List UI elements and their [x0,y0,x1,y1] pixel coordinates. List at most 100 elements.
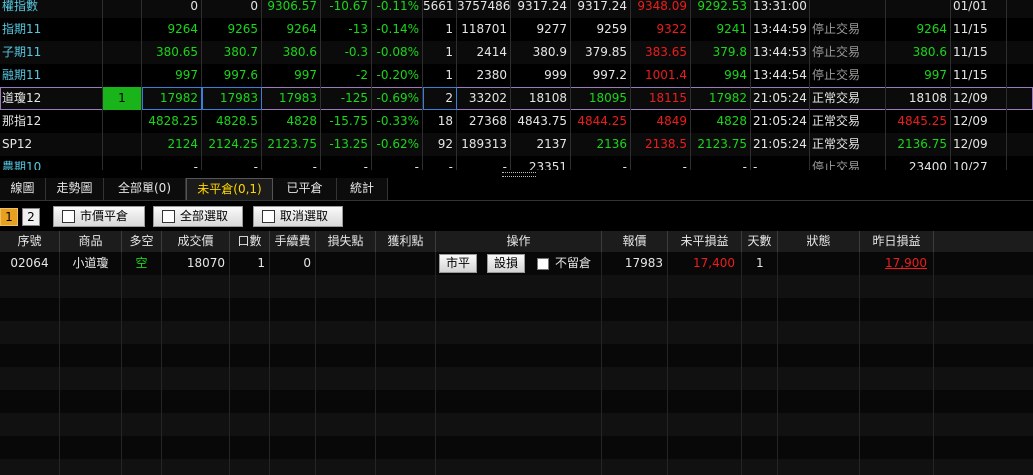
page-1-button[interactable]: 1 [0,208,18,226]
empty-cell [860,298,934,321]
cell-price: 18070 [162,252,230,275]
empty-cell [668,298,742,321]
cell-fee: 0 [270,252,316,275]
quote-cell-time: 13:44:54 [751,64,810,87]
empty-cell [0,413,60,436]
empty-row [0,275,1033,298]
empty-cell [122,275,162,298]
empty-cell [0,275,60,298]
empty-cell [162,367,230,390]
empty-cell [742,413,778,436]
quote-cell-qty: 92 [423,133,457,156]
empty-cell [270,459,316,475]
tab-closed-positions[interactable]: 已平倉 [273,178,337,200]
empty-cell [376,275,436,298]
cell-stop-loss[interactable] [316,252,376,275]
quote-row-agri-future[interactable]: 農期10- - - - - - -23351- - - - 停止交易 23400 10/27 [0,156,1033,170]
page-2-button[interactable]: 2 [22,208,40,226]
quote-cell-ask: 997.6 [202,64,262,87]
quote-cell-ask: 380.7 [202,41,262,64]
quote-cell-ref: 18108 [886,87,951,110]
select-all-button[interactable]: 全部選取 [153,206,243,227]
close-at-market-button[interactable]: 市平 [439,254,478,273]
header-status[interactable]: 狀態 [778,231,860,252]
empty-cell [376,344,436,367]
header-price[interactable]: 成交價 [162,231,230,252]
empty-cell [860,321,934,344]
splitter-grip[interactable] [502,172,536,177]
quote-row-tx-future[interactable]: 指期11 9264 9265 9264 -13 -0.14% 1 118701 9277 9259… [0,18,1033,41]
quote-row-finance-future[interactable]: 融期11 997 997.6 997 -2 -0.20% 1 2380 999 997.2 1001… [0,64,1033,87]
tab-open-positions[interactable]: 未平倉(0,1) [186,178,273,200]
header-yesterday-pnl[interactable]: 昨日損益 [860,231,934,252]
empty-cell [230,275,270,298]
header-stop-loss[interactable]: 損失點 [316,231,376,252]
quote-cell-chg: - [321,156,372,170]
header-take-profit[interactable]: 獲利點 [376,231,436,252]
quote-cell-ref: 4845.25 [886,110,951,133]
quote-cell-status: 停止交易 [810,18,886,41]
quote-row-sp-future[interactable]: SP12 2124 2124.25 2123.75 -13.25 -0.62% 92 1893… [0,133,1033,156]
cell-days: 1 [742,252,778,275]
quote-cell-qty: - [423,156,457,170]
header-lots[interactable]: 口數 [230,231,270,252]
cell-take-profit[interactable] [376,252,436,275]
quote-cell-chg: -0.3 [321,41,372,64]
cell-yesterday-pnl[interactable]: 17,900 [860,252,934,275]
open-positions-grid: 序號 商品 多空 成交價 口數 手續費 損失點 獲利點 操作 報價 未平損益 天… [0,231,1033,475]
quote-cell-high: 379.85 [571,41,631,64]
deselect-button[interactable]: 取消選取 [253,206,343,227]
quote-cell-ask: 4828.5 [202,110,262,133]
market-close-label: 市價平倉 [80,209,129,223]
empty-cell [316,367,376,390]
quote-cell-low: 383.65 [631,41,691,64]
header-actions[interactable]: 操作 [436,231,602,252]
quote-cell-date: 01/01 [951,0,1007,18]
header-days[interactable]: 天數 [742,231,778,252]
quote-cell-last: 2123.75 [262,133,321,156]
empty-cell [270,367,316,390]
no-overnight-checkbox[interactable] [537,258,549,270]
empty-cell [742,344,778,367]
close-position-icon [62,210,75,223]
empty-cell [60,298,122,321]
empty-cell [668,367,742,390]
positions-toolbar: 1 2 市價平倉 全部選取 取消選取 [0,200,1033,231]
tab-chart[interactable]: 線圖 [0,178,46,200]
header-product[interactable]: 商品 [60,231,122,252]
empty-cell [270,413,316,436]
table-row[interactable]: 02064 小道瓊 空 18070 1 0 市平 設損 不留倉 17983 17… [0,252,1033,275]
set-stop-loss-button[interactable]: 設損 [487,254,526,273]
header-fee[interactable]: 手續費 [270,231,316,252]
quote-cell-close: 4828 [691,110,751,133]
empty-cell [860,436,934,459]
empty-cell [778,436,860,459]
quote-row-mini-future[interactable]: 子期11 380.65 380.7 380.6 -0.3 -0.08% 1 2414 380.9… [0,41,1033,64]
quote-cell-date: 11/15 [951,64,1007,87]
tab-trend[interactable]: 走勢圖 [46,178,104,200]
quote-row-taiex[interactable]: 權指數 0 0 9306.57 -10.67 -0.11% 5661 3757486 9317.… [0,0,1033,18]
empty-row [0,459,1033,475]
quote-row-dow-future[interactable]: 道瓊12 1 17982 17983 17983 -125 -0.69% 2 33202 1810… [0,87,1033,110]
quote-row-nasdaq-future[interactable]: 那指12 4828.25 4828.5 4828 -15.75 -0.33% 18 27368… [0,110,1033,133]
quote-cell-last: 9306.57 [262,0,321,18]
panel-splitter[interactable] [0,170,1033,178]
tab-statistics[interactable]: 統計 [337,178,388,200]
header-side[interactable]: 多空 [122,231,162,252]
quote-cell-bid: 380.65 [142,41,202,64]
quote-cell-close: 379.8 [691,41,751,64]
header-serial[interactable]: 序號 [0,231,60,252]
header-quote[interactable]: 報價 [602,231,668,252]
tab-all-orders[interactable]: 全部單(0) [104,178,186,200]
market-close-button[interactable]: 市價平倉 [53,206,145,227]
empty-cell [60,390,122,413]
quote-cell-open: 2137 [511,133,571,156]
quote-cell-status: 正常交易 [810,87,886,110]
empty-cell [162,344,230,367]
header-unrealized-pnl[interactable]: 未平損益 [668,231,742,252]
empty-cell [860,344,934,367]
empty-cell [376,413,436,436]
quote-cell-date: 12/09 [951,87,1007,110]
empty-cell [60,275,122,298]
empty-cell [230,459,270,475]
